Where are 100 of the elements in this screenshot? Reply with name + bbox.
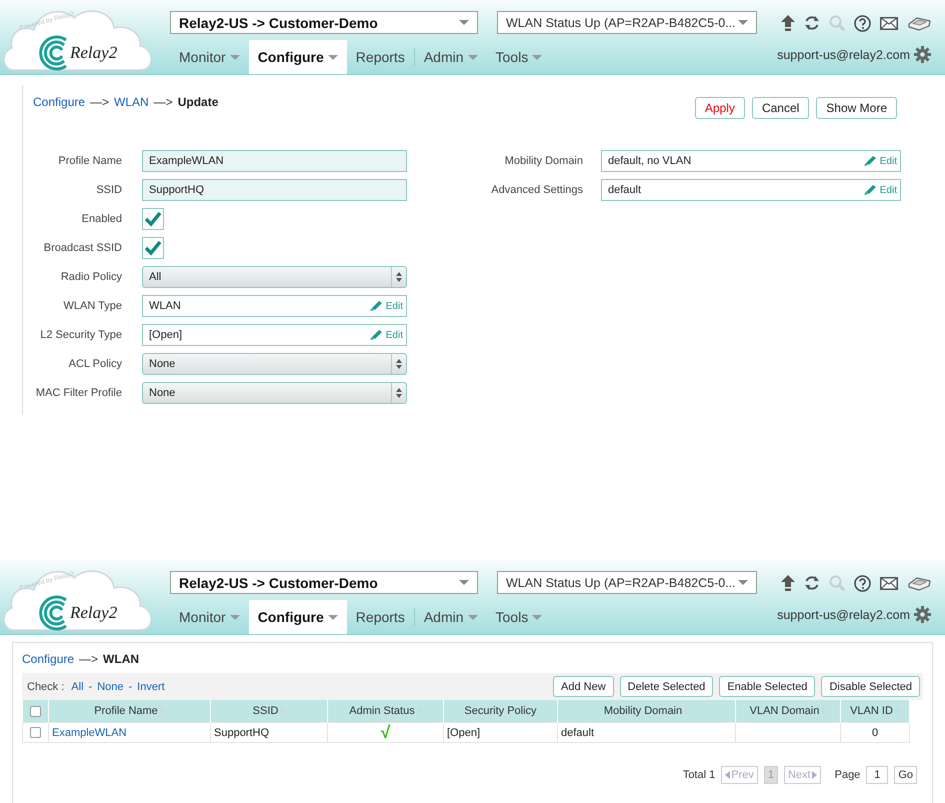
action-button[interactable]: Add New: [553, 676, 614, 697]
caret-icon: [738, 580, 748, 585]
pencil-icon: [368, 300, 383, 312]
nav-tab[interactable]: Admin: [414, 600, 487, 634]
swirl-icon: [39, 36, 67, 70]
breadcrumb-separator: —>: [79, 652, 98, 666]
breadcrumb-separator: —>: [154, 95, 173, 109]
access-point-icon[interactable]: [907, 575, 931, 591]
check-link[interactable]: None: [97, 680, 124, 692]
pencil-icon: [862, 155, 877, 167]
column-header[interactable]: Mobility Domain: [558, 700, 736, 722]
text-field[interactable]: SupportHQ: [142, 179, 407, 201]
link-separator: -: [88, 680, 92, 692]
column-header[interactable]: Admin Status: [328, 700, 444, 722]
user-email[interactable]: support-us@relay2.com: [777, 48, 910, 62]
row-checkbox[interactable]: [30, 727, 41, 738]
up-down-arrows-icon: [396, 388, 402, 398]
field-label: L2 Security Type: [39, 329, 122, 341]
caret-icon: [459, 580, 469, 585]
field-value: default, no VLAN: [608, 155, 692, 167]
caret-icon: [738, 20, 748, 25]
breadcrumb-link[interactable]: WLAN: [114, 95, 149, 109]
mail-icon[interactable]: [880, 576, 898, 590]
checkbox[interactable]: [142, 208, 164, 230]
field-value: WLAN: [149, 300, 181, 312]
checkbox[interactable]: [142, 237, 164, 259]
nav-tab[interactable]: Tools: [486, 600, 552, 634]
action-button[interactable]: Delete Selected: [620, 676, 714, 697]
action-button[interactable]: Cancel: [752, 97, 810, 119]
upload-icon[interactable]: [781, 575, 795, 591]
field-label: MAC Filter Profile: [34, 387, 122, 399]
upload-icon[interactable]: [781, 15, 795, 31]
breadcrumb-link[interactable]: Configure: [33, 95, 86, 109]
check-link[interactable]: Invert: [137, 680, 165, 692]
help-icon[interactable]: [854, 14, 871, 32]
breadcrumb-link[interactable]: Configure: [22, 652, 74, 666]
status-select[interactable]: WLAN Status Up (AP=R2AP-B482C5-0...: [497, 571, 757, 594]
field-label: ACL Policy: [68, 358, 122, 370]
settings-icon[interactable]: [914, 606, 931, 623]
table-cell: [Open]: [447, 726, 480, 738]
table-cell: default: [561, 726, 594, 738]
logo-text: Relay2: [70, 603, 118, 622]
page-input[interactable]: 1: [866, 766, 888, 784]
check-label: Check :: [27, 680, 64, 692]
table-cell: SupportHQ: [214, 726, 270, 738]
column-header[interactable]: SSID: [210, 700, 328, 722]
user-email[interactable]: support-us@relay2.com: [777, 608, 910, 622]
logo-text: Relay2: [70, 43, 118, 62]
organization-select[interactable]: Relay2-US -> Customer-Demo: [170, 571, 478, 594]
breadcrumb-current: WLAN: [103, 652, 140, 666]
settings-icon[interactable]: [914, 46, 931, 63]
caret-icon: [230, 614, 240, 620]
check-link[interactable]: All: [71, 680, 84, 692]
field-label: Radio Policy: [60, 271, 122, 283]
nav-tab[interactable]: Tools: [486, 40, 552, 74]
access-point-icon[interactable]: [907, 15, 931, 31]
text-field[interactable]: ExampleWLAN: [142, 150, 407, 172]
nav-tab[interactable]: Monitor: [170, 600, 249, 634]
help-icon[interactable]: [854, 574, 871, 592]
caret-icon: [230, 54, 240, 60]
caret-icon: [468, 54, 478, 60]
column-header[interactable]: Security Policy: [444, 700, 558, 722]
pencil-icon: [862, 184, 877, 196]
nav-tab[interactable]: Monitor: [170, 40, 249, 74]
caret-icon: [468, 614, 478, 620]
nav-tab[interactable]: Reports: [346, 40, 414, 74]
nav-tab[interactable]: Configure: [248, 600, 347, 634]
field-label: Broadcast SSID: [42, 242, 122, 254]
action-button[interactable]: Show More: [816, 97, 897, 119]
refresh-icon[interactable]: [804, 575, 820, 591]
dropdown-select[interactable]: None: [142, 382, 407, 404]
mail-icon[interactable]: [880, 16, 898, 30]
dropdown-select[interactable]: All: [142, 266, 407, 288]
refresh-icon[interactable]: [804, 15, 820, 31]
pencil-icon: [368, 329, 383, 341]
cloud-icon: [3, 570, 152, 631]
field-value: default: [608, 184, 642, 196]
action-button[interactable]: Apply: [694, 97, 745, 119]
nav-tab[interactable]: Admin: [414, 40, 487, 74]
field-label: WLAN Type: [62, 300, 122, 312]
action-button[interactable]: Enable Selected: [719, 676, 816, 697]
total-count: Total 1: [682, 769, 716, 781]
swirl-icon: [39, 596, 67, 630]
field-label: Mobility Domain: [504, 155, 583, 167]
organization-select[interactable]: Relay2-US -> Customer-Demo: [170, 11, 478, 34]
column-header[interactable]: VLAN Domain: [736, 700, 840, 722]
nav-tab[interactable]: Configure: [248, 40, 347, 74]
caret-icon: [328, 614, 338, 620]
column-header[interactable]: VLAN ID: [840, 700, 910, 722]
go-button[interactable]: Go: [894, 766, 917, 784]
select-all-checkbox[interactable]: [30, 706, 41, 717]
breadcrumb-current: Update: [178, 95, 218, 109]
field-label: Enabled: [80, 213, 122, 225]
dropdown-select[interactable]: None: [142, 353, 407, 375]
action-button[interactable]: Disable Selected: [821, 676, 920, 697]
status-select[interactable]: WLAN Status Up (AP=R2AP-B482C5-0...: [497, 11, 757, 34]
nav-tab[interactable]: Reports: [346, 600, 414, 634]
cloud-icon: [3, 10, 152, 71]
up-down-arrows-icon: [396, 272, 402, 282]
column-header[interactable]: Profile Name: [48, 700, 210, 722]
